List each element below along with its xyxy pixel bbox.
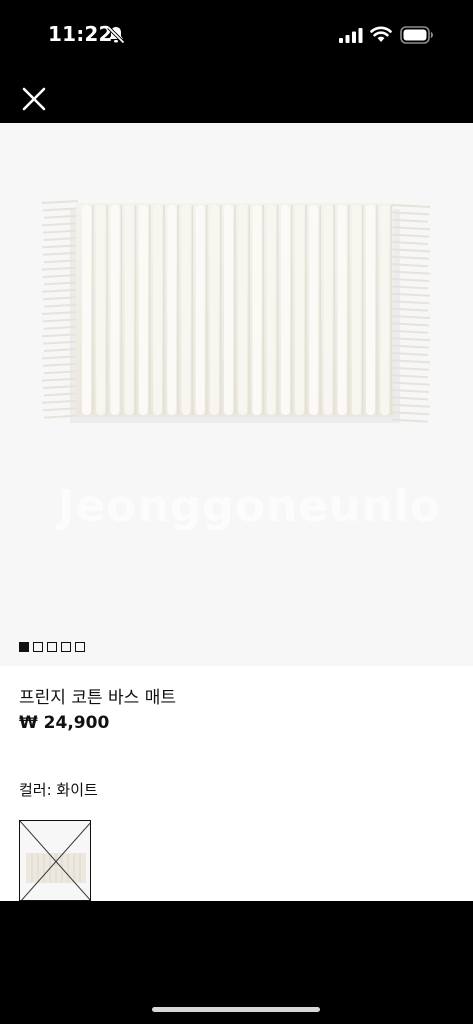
color-label: 컬러: 화이트 (19, 781, 98, 799)
close-icon[interactable] (20, 85, 48, 113)
carousel-dot-5[interactable] (75, 642, 85, 652)
carousel-dot-3[interactable] (47, 642, 57, 652)
watermark: Jeonggoneunlo (58, 481, 442, 532)
bottom-bar (0, 901, 473, 1024)
product-price: ₩ 24,900 (19, 713, 110, 733)
carousel-dot-2[interactable] (33, 642, 43, 652)
carousel-indicator (19, 642, 85, 652)
bell-slash-icon (107, 26, 125, 44)
carousel-dot-1[interactable] (19, 642, 29, 652)
product-image-carousel[interactable]: Jeonggoneunlo (0, 123, 473, 666)
status-time: 11:22 (48, 22, 113, 46)
rug-image (41, 200, 431, 423)
status-bar: 11:22 (0, 0, 473, 70)
signal-icon (339, 28, 363, 43)
swatch-thumbnail (20, 821, 90, 900)
home-indicator[interactable] (152, 1007, 320, 1012)
battery-icon (400, 26, 433, 44)
top-nav (0, 70, 473, 123)
product-name: 프린지 코튼 바스 매트 (19, 688, 176, 708)
carousel-dot-4[interactable] (61, 642, 71, 652)
color-swatch-white[interactable] (19, 820, 91, 901)
product-info: 프린지 코튼 바스 매트 ₩ 24,900 컬러: 화이트 (0, 666, 473, 901)
wifi-icon (370, 26, 392, 42)
